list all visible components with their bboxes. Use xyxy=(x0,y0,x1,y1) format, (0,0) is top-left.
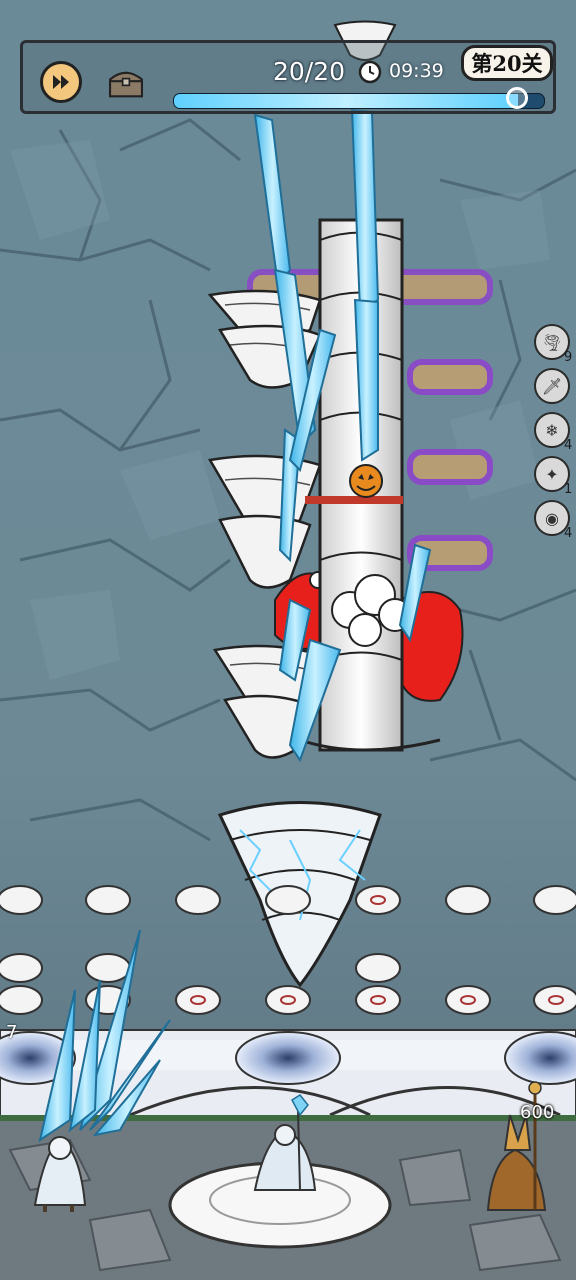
skill-count: 4 xyxy=(564,526,573,541)
top-hud: 20/20 09:39 第20关 xyxy=(20,40,556,114)
pumpkin-enemy xyxy=(349,464,383,498)
skill-count: 1 xyxy=(564,482,573,497)
wave-progress-fill xyxy=(174,94,519,108)
wave-counter: 20/20 xyxy=(273,57,346,86)
vortex-skill-icon-glyph: ◉ xyxy=(545,508,559,528)
left-counter: 7 xyxy=(6,1022,18,1043)
shard-skill-icon-glyph: ✦ xyxy=(545,464,559,484)
fast-forward-icon xyxy=(53,75,69,89)
skill-count: 4 xyxy=(564,438,573,453)
timer: 09:39 xyxy=(389,60,444,82)
wave-progress-bar xyxy=(173,93,545,109)
clock-icon xyxy=(358,60,382,84)
treasure-chest-icon xyxy=(108,71,144,98)
game-scene xyxy=(0,0,576,1280)
tornado-skill-icon-glyph: 🌪 xyxy=(541,332,563,352)
ice-pillar-skill-icon-glyph: ❄ xyxy=(545,420,559,440)
dagger-skill-icon[interactable]: 🗡 xyxy=(534,368,570,404)
level-badge: 第20关 xyxy=(461,45,553,81)
treasure-chest-button[interactable] xyxy=(105,61,147,103)
boss-hp-text: 600 xyxy=(520,1102,555,1123)
wave-progress-knob xyxy=(506,87,529,109)
speed-button[interactable] xyxy=(40,61,82,103)
skill-count: 9 xyxy=(564,350,573,365)
dagger-skill-icon-glyph: 🗡 xyxy=(541,376,563,396)
